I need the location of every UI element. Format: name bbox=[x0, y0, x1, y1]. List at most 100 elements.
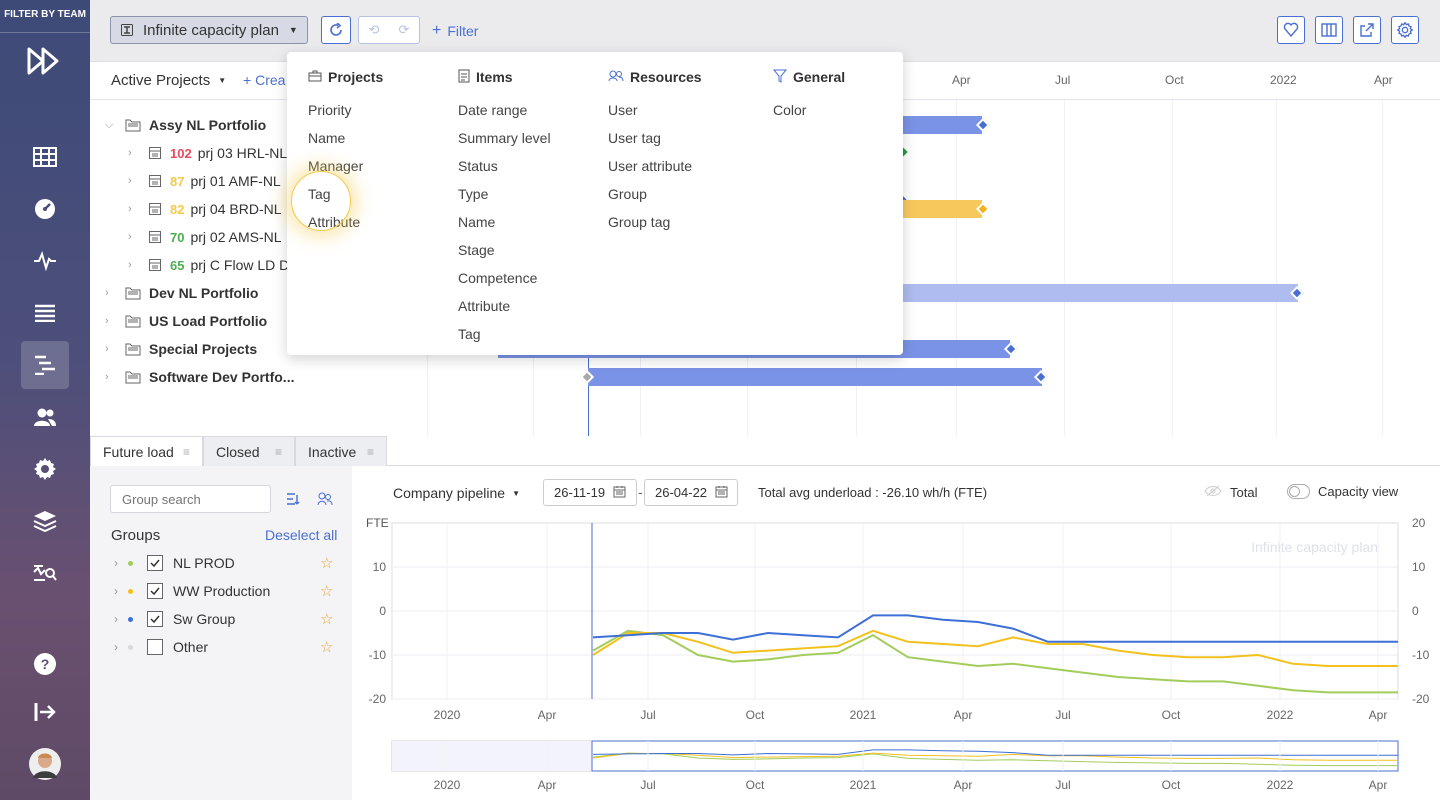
filter-option-resources[interactable]: Group bbox=[608, 180, 702, 208]
list-icon[interactable] bbox=[21, 289, 69, 337]
portfolio-row[interactable]: › Dev NL Portfolio bbox=[105, 283, 258, 303]
chevron-right-icon[interactable]: › bbox=[114, 640, 128, 654]
analytics-search-icon[interactable] bbox=[21, 549, 69, 597]
group-row[interactable]: › WW Production ☆ bbox=[90, 577, 352, 605]
portfolio-row[interactable]: ⌵ Assy NL Portfolio bbox=[105, 115, 266, 135]
filter-option-items[interactable]: Date range bbox=[458, 96, 551, 124]
view-selector[interactable]: Active Projects ▼ bbox=[111, 72, 226, 89]
filter-option-items[interactable]: Competence bbox=[458, 264, 551, 292]
help-icon[interactable]: ? bbox=[21, 640, 69, 688]
group-row[interactable]: › Sw Group ☆ bbox=[90, 605, 352, 633]
gantt-bar[interactable] bbox=[588, 368, 1042, 386]
chevron-right-icon[interactable]: › bbox=[105, 315, 125, 327]
date-from-input[interactable]: 26-11-19 bbox=[543, 479, 637, 506]
logo-icon[interactable] bbox=[21, 37, 69, 85]
date-to-input[interactable]: 26-04-22 bbox=[644, 479, 738, 506]
drag-handle-icon[interactable]: ≡ bbox=[183, 445, 190, 459]
dashboard-gauge-icon[interactable] bbox=[21, 185, 69, 233]
group-row[interactable]: › NL PROD ☆ bbox=[90, 549, 352, 577]
portfolio-row[interactable]: › US Load Portfolio bbox=[105, 311, 267, 331]
project-row[interactable]: › 82 prj 04 BRD-NL bbox=[128, 199, 282, 219]
gantt-icon[interactable] bbox=[21, 341, 69, 389]
plan-watermark: Infinite capacity plan bbox=[1251, 539, 1378, 555]
drag-handle-icon[interactable]: ≡ bbox=[367, 445, 374, 459]
tab-inactive[interactable]: Inactive ≡ bbox=[295, 436, 387, 466]
group-checkbox[interactable] bbox=[147, 639, 163, 655]
project-row[interactable]: › 87 prj 01 AMF-NL bbox=[128, 171, 281, 191]
export-button[interactable] bbox=[1353, 16, 1381, 44]
favorite-filter-button[interactable] bbox=[1277, 16, 1305, 44]
settings-gear-icon[interactable] bbox=[21, 445, 69, 493]
pipeline-selector[interactable]: Company pipeline ▼ bbox=[393, 485, 520, 501]
filter-option-items[interactable]: Name bbox=[458, 208, 551, 236]
group-search-input[interactable] bbox=[110, 485, 271, 513]
filter-option-items[interactable]: Attribute bbox=[458, 292, 551, 320]
group-checkbox[interactable] bbox=[147, 583, 163, 599]
row-label: prj 01 AMF-NL bbox=[190, 173, 281, 189]
star-icon[interactable]: ☆ bbox=[320, 582, 333, 600]
filter-option-resources[interactable]: User attribute bbox=[608, 152, 702, 180]
plan-selector[interactable]: Infinite capacity plan ▼ bbox=[110, 16, 308, 44]
settings-button[interactable] bbox=[1391, 16, 1419, 44]
chevron-down-icon[interactable]: ⌵ bbox=[105, 119, 125, 132]
chevron-right-icon[interactable]: › bbox=[128, 259, 148, 271]
layers-icon[interactable] bbox=[21, 497, 69, 545]
star-icon[interactable]: ☆ bbox=[320, 638, 333, 656]
filter-option-general[interactable]: Color bbox=[773, 96, 845, 124]
chevron-right-icon[interactable]: › bbox=[105, 343, 125, 355]
drag-handle-icon[interactable]: ≡ bbox=[275, 445, 282, 459]
gantt-bar[interactable] bbox=[902, 284, 1298, 302]
chevron-right-icon[interactable]: › bbox=[105, 287, 125, 299]
star-icon[interactable]: ☆ bbox=[320, 554, 333, 572]
refresh-button[interactable] bbox=[321, 16, 351, 44]
project-row[interactable]: › 65 prj C Flow LD DI bbox=[128, 255, 293, 275]
toggle-switch[interactable] bbox=[1287, 484, 1310, 499]
filter-option-projects[interactable]: Name bbox=[308, 124, 383, 152]
chevron-right-icon[interactable]: › bbox=[128, 175, 148, 187]
portfolio-row[interactable]: › Special Projects bbox=[105, 339, 257, 359]
star-icon[interactable]: ☆ bbox=[320, 610, 333, 628]
gantt-bar[interactable] bbox=[902, 116, 982, 134]
chevron-right-icon[interactable]: › bbox=[114, 584, 128, 598]
grid-table-icon[interactable] bbox=[21, 133, 69, 181]
users-icon[interactable] bbox=[21, 393, 69, 441]
filter-option-items[interactable]: Stage bbox=[458, 236, 551, 264]
capacity-view-toggle[interactable]: Capacity view bbox=[1287, 484, 1398, 499]
portfolio-row[interactable]: › Software Dev Portfo... bbox=[105, 367, 294, 387]
filter-option-resources[interactable]: User tag bbox=[608, 124, 702, 152]
tab-closed[interactable]: Closed ≡ bbox=[203, 436, 295, 466]
group-row[interactable]: › Other ☆ bbox=[90, 633, 352, 661]
filter-option-resources[interactable]: Group tag bbox=[608, 208, 702, 236]
logout-icon[interactable] bbox=[21, 688, 69, 736]
project-row[interactable]: › 102 prj 03 HRL-NL bbox=[128, 143, 287, 163]
activity-pulse-icon[interactable] bbox=[21, 237, 69, 285]
navigator-window[interactable] bbox=[591, 740, 1399, 772]
filter-option-items[interactable]: Tag bbox=[458, 320, 551, 348]
group-checkbox[interactable] bbox=[147, 555, 163, 571]
chevron-right-icon[interactable]: › bbox=[128, 203, 148, 215]
chevron-right-icon[interactable]: › bbox=[105, 371, 125, 383]
columns-button[interactable] bbox=[1315, 16, 1343, 44]
users-filter-icon[interactable] bbox=[317, 492, 333, 509]
undo-icon[interactable]: ⟲ bbox=[369, 22, 380, 38]
filter-option-items[interactable]: Status bbox=[458, 152, 551, 180]
deselect-all-link[interactable]: Deselect all bbox=[265, 527, 337, 543]
sort-list-icon[interactable] bbox=[286, 492, 302, 509]
chevron-right-icon[interactable]: › bbox=[114, 556, 128, 570]
chevron-right-icon[interactable]: › bbox=[128, 231, 148, 243]
user-avatar[interactable] bbox=[21, 740, 69, 788]
filter-button[interactable]: + Filter bbox=[432, 22, 478, 40]
project-row[interactable]: › 70 prj 02 AMS-NL bbox=[128, 227, 282, 247]
create-button[interactable]: + Crea bbox=[243, 72, 285, 88]
total-toggle[interactable]: Total bbox=[1204, 485, 1257, 500]
filter-option-items[interactable]: Type bbox=[458, 180, 551, 208]
tab-future-load[interactable]: Future load ≡ bbox=[90, 436, 203, 467]
gantt-bar[interactable] bbox=[902, 200, 982, 218]
chevron-right-icon[interactable]: › bbox=[128, 147, 148, 159]
filter-option-projects[interactable]: Priority bbox=[308, 96, 383, 124]
filter-option-resources[interactable]: User bbox=[608, 96, 702, 124]
chevron-right-icon[interactable]: › bbox=[114, 612, 128, 626]
group-checkbox[interactable] bbox=[147, 611, 163, 627]
redo-icon[interactable]: ⟳ bbox=[399, 22, 410, 38]
filter-option-items[interactable]: Summary level bbox=[458, 124, 551, 152]
